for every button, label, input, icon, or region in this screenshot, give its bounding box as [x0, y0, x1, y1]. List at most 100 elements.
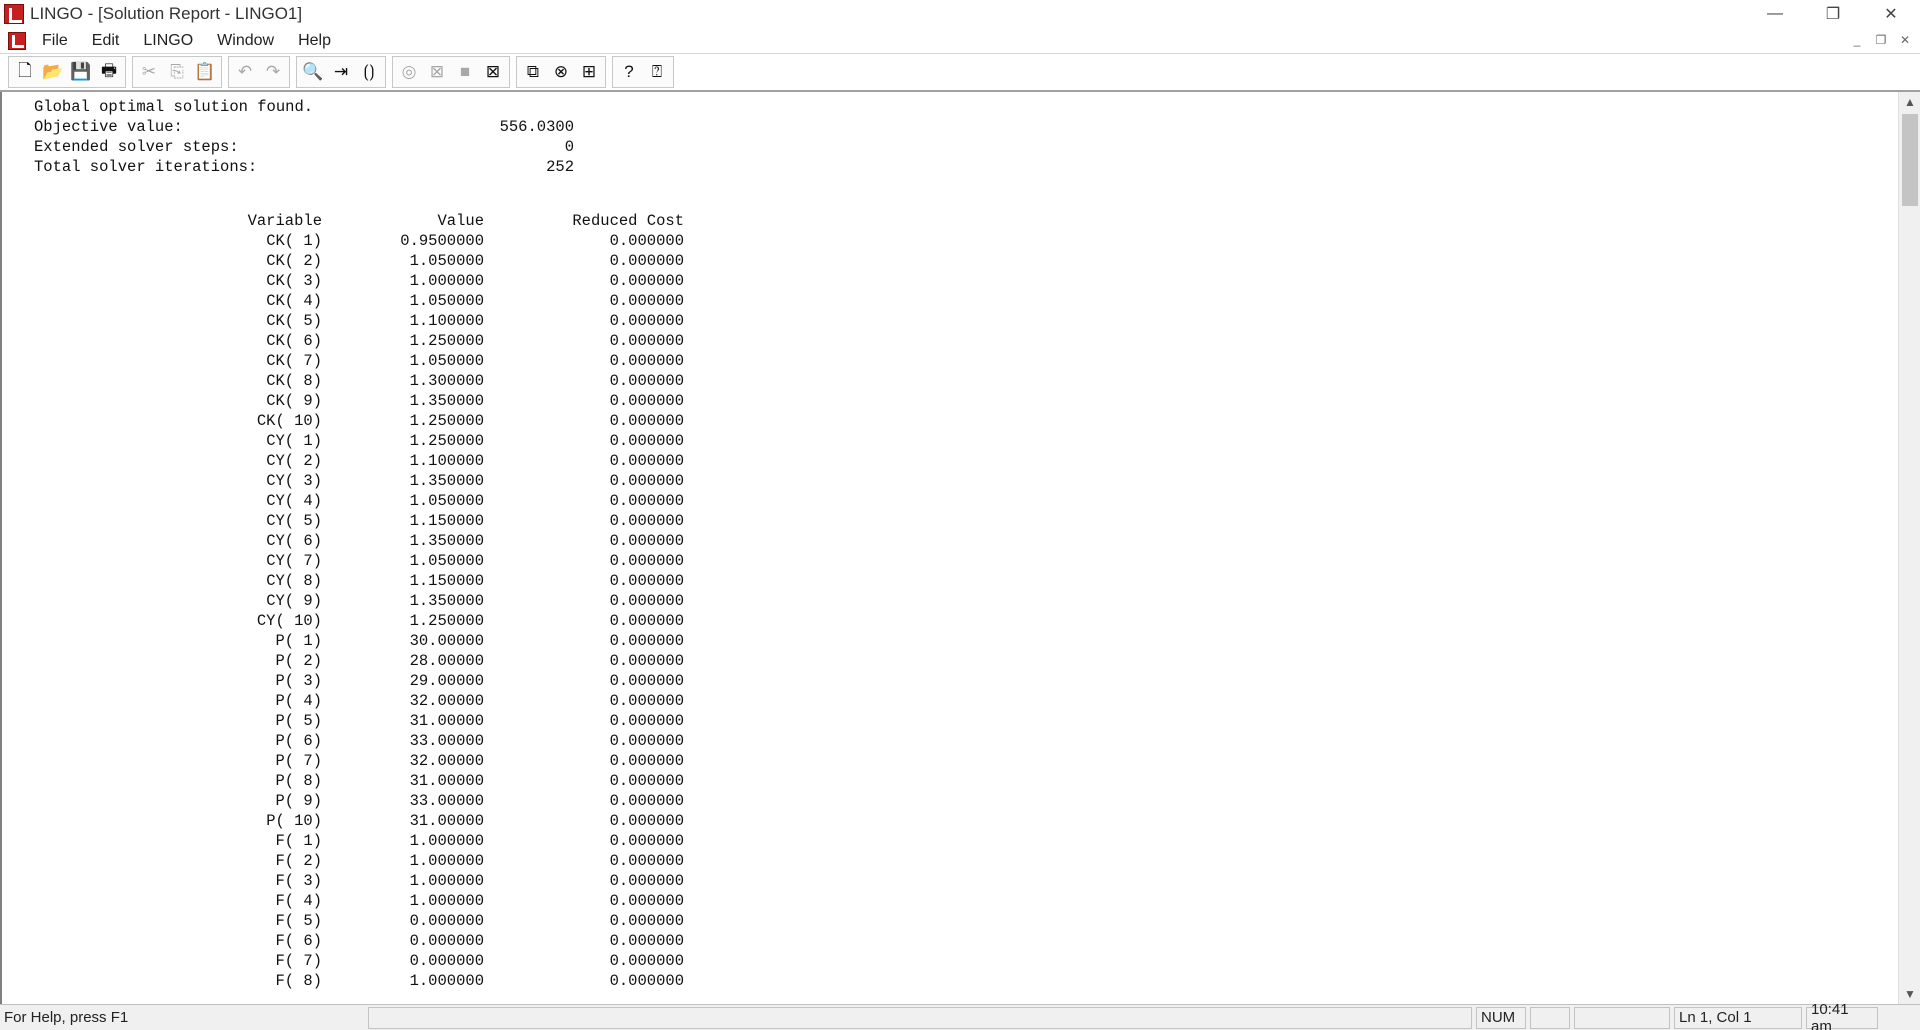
variable-name: CK( 6) [266, 332, 322, 350]
scroll-thumb[interactable] [1902, 114, 1918, 206]
print-icon[interactable]: 🖶 [95, 58, 123, 86]
variable-name: CY( 3) [266, 472, 322, 490]
menu-help[interactable]: Help [296, 30, 333, 52]
open-file-icon[interactable]: 📂 [39, 58, 67, 86]
menu-lingo[interactable]: LINGO [141, 30, 195, 52]
table-row: P( 9) 33.00000 0.000000 [212, 792, 684, 812]
send-to-back-icon[interactable]: ⧉ [519, 58, 547, 86]
find-icon[interactable]: 🔍 [299, 58, 327, 86]
help-topics-icon[interactable]: ? [615, 58, 643, 86]
table-row: CK( 2) 1.050000 0.000000 [212, 252, 684, 272]
variable-value: 1.000000 [409, 892, 484, 910]
variable-name: F( 5) [275, 912, 322, 930]
variable-table: Variable Value Reduced Cost CK( 1) 0.9500… [212, 212, 684, 992]
status-cursor-position: Ln 1, Col 1 [1674, 1006, 1802, 1029]
variable-value: 28.00000 [409, 652, 484, 670]
variable-name: F( 3) [275, 872, 322, 890]
undo-icon[interactable]: ↶ [231, 58, 259, 86]
toolbar-group: ? ⍰ [612, 56, 674, 88]
variable-name: CK( 8) [266, 372, 322, 390]
table-row: CY( 6) 1.350000 0.000000 [212, 532, 684, 552]
toolbar-group: ⧉ ⊗ ⊞ [516, 56, 606, 88]
variable-value: 1.050000 [409, 292, 484, 310]
table-row: CY( 2) 1.100000 0.000000 [212, 452, 684, 472]
reduced-cost: 0.000000 [609, 892, 684, 910]
variable-value: 0.9500000 [400, 232, 484, 250]
summary-label: Total solver iterations: [34, 158, 258, 176]
minimize-button[interactable]: — [1746, 0, 1804, 28]
tile-icon[interactable]: ⊞ [575, 58, 603, 86]
redo-icon[interactable]: ↷ [259, 58, 287, 86]
options-icon[interactable]: ⊠ [479, 58, 507, 86]
close-button[interactable]: ✕ [1862, 0, 1920, 28]
copy-icon[interactable]: ⎘ [163, 58, 191, 86]
variable-value: 1.050000 [409, 252, 484, 270]
table-row: CK( 5) 1.100000 0.000000 [212, 312, 684, 332]
paste-icon[interactable]: 📋 [191, 58, 219, 86]
save-icon[interactable]: 💾 [67, 58, 95, 86]
document-close-button[interactable]: ✕ [1896, 32, 1914, 48]
table-row: CK( 3) 1.000000 0.000000 [212, 272, 684, 292]
solve-icon[interactable]: ◎ [395, 58, 423, 86]
menu-file[interactable]: File [40, 30, 70, 52]
variable-name: P( 1) [275, 632, 322, 650]
column-value: Value [437, 212, 484, 230]
restore-button[interactable]: ❐ [1804, 0, 1862, 28]
scroll-down-icon[interactable]: ▼ [1899, 984, 1920, 1004]
variable-value: 33.00000 [409, 792, 484, 810]
matrix-picture-icon[interactable]: ■ [451, 58, 479, 86]
solution-icon[interactable]: ⊠ [423, 58, 451, 86]
variable-value: 32.00000 [409, 692, 484, 710]
menu-window[interactable]: Window [215, 30, 276, 52]
document-system-menu-icon[interactable] [8, 31, 26, 50]
menu-edit[interactable]: Edit [90, 30, 122, 52]
table-row: CK( 10) 1.250000 0.000000 [212, 412, 684, 432]
table-row: CY( 9) 1.350000 0.000000 [212, 592, 684, 612]
table-row: CY( 8) 1.150000 0.000000 [212, 572, 684, 592]
variable-value: 1.350000 [409, 472, 484, 490]
variable-name: CY( 10) [256, 612, 322, 630]
variable-name: CY( 4) [266, 492, 322, 510]
table-row: CY( 1) 1.250000 0.000000 [212, 432, 684, 452]
table-row: F( 6) 0.000000 0.000000 [212, 932, 684, 952]
match-parenthesis-icon[interactable]: ⟮⟯ [355, 58, 383, 86]
vertical-scrollbar[interactable]: ▲ ▼ [1898, 92, 1920, 1004]
reduced-cost: 0.000000 [609, 552, 684, 570]
table-row: P( 10) 31.00000 0.000000 [212, 812, 684, 832]
summary-label: Extended solver steps: [34, 138, 239, 156]
column-variable: Variable [247, 212, 322, 230]
goto-line-icon[interactable]: ⇥ [327, 58, 355, 86]
status-bar: For Help, press F1 NUM Ln 1, Col 1 10:41… [0, 1001, 1920, 1030]
variable-name: CY( 1) [266, 432, 322, 450]
variable-name: CY( 5) [266, 512, 322, 530]
table-row: P( 7) 32.00000 0.000000 [212, 752, 684, 772]
table-row: CY( 7) 1.050000 0.000000 [212, 552, 684, 572]
reduced-cost: 0.000000 [609, 412, 684, 430]
solution-report-pane[interactable]: Global optimal solution found. Objective … [0, 92, 1898, 1004]
document-minimize-button[interactable]: _ [1848, 32, 1866, 48]
reduced-cost: 0.000000 [609, 952, 684, 970]
variable-value: 33.00000 [409, 732, 484, 750]
table-row: CK( 8) 1.300000 0.000000 [212, 372, 684, 392]
context-help-icon[interactable]: ⍰ [643, 58, 671, 86]
close-all-icon[interactable]: ⊗ [547, 58, 575, 86]
new-file-icon[interactable]: 🗋 [11, 58, 39, 86]
variable-value: 1.350000 [409, 392, 484, 410]
cut-icon[interactable]: ✂ [135, 58, 163, 86]
scroll-up-icon[interactable]: ▲ [1899, 92, 1920, 112]
summary-value: 0 [564, 138, 574, 156]
reduced-cost: 0.000000 [609, 672, 684, 690]
document-restore-button[interactable]: ❐ [1872, 32, 1890, 48]
status-num-lock: NUM [1476, 1006, 1526, 1029]
table-row: CK( 1) 0.9500000 0.000000 [212, 232, 684, 252]
reduced-cost: 0.000000 [609, 232, 684, 250]
reduced-cost: 0.000000 [609, 712, 684, 730]
table-row: P( 1) 30.00000 0.000000 [212, 632, 684, 652]
table-row: CY( 4) 1.050000 0.000000 [212, 492, 684, 512]
table-row: P( 3) 29.00000 0.000000 [212, 672, 684, 692]
table-row: F( 5) 0.000000 0.000000 [212, 912, 684, 932]
toolbar-group: 🔍 ⇥ ⟮⟯ [296, 56, 386, 88]
table-row: CY( 3) 1.350000 0.000000 [212, 472, 684, 492]
variable-name: CY( 6) [266, 532, 322, 550]
table-row: CK( 6) 1.250000 0.000000 [212, 332, 684, 352]
